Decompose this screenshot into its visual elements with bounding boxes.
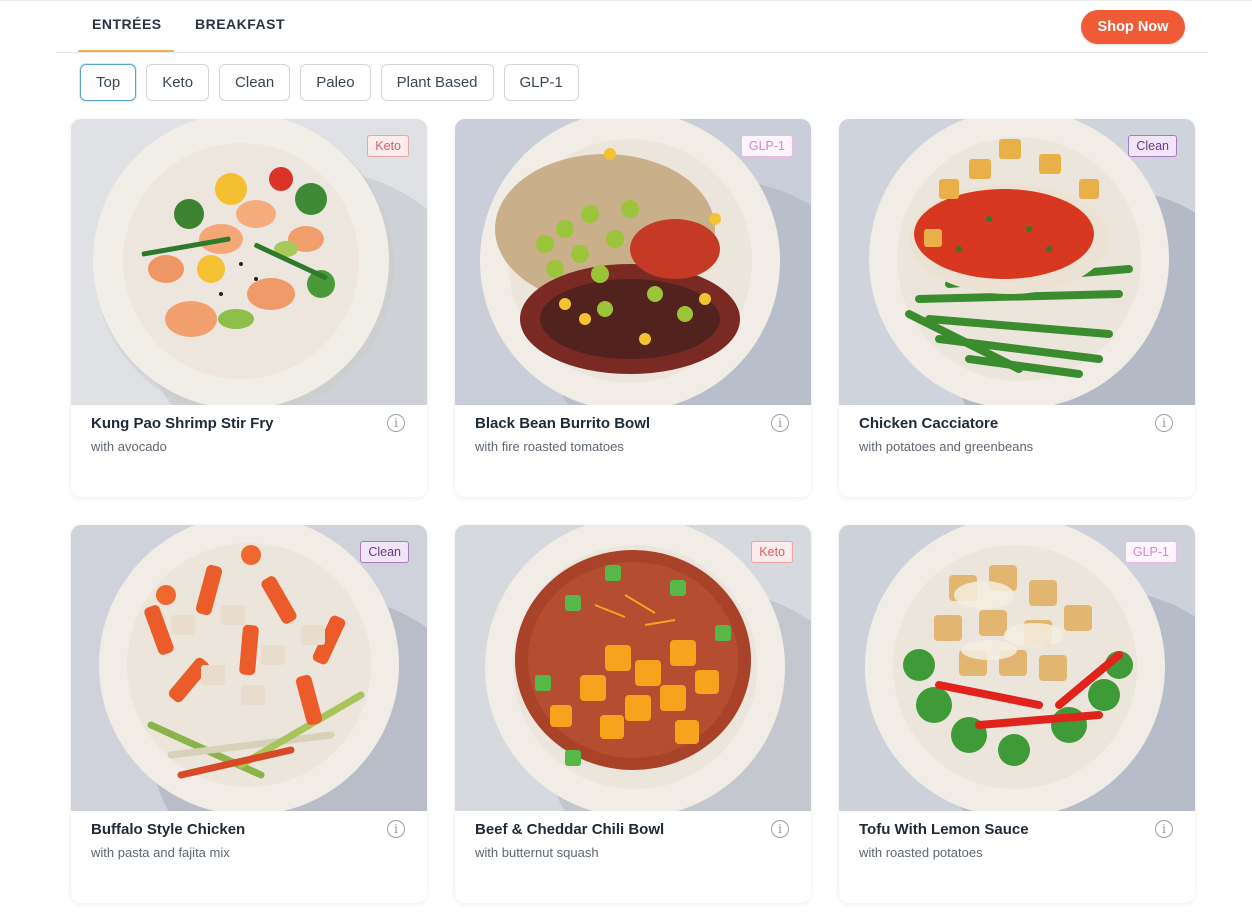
- shop-now-button[interactable]: Shop Now: [1081, 10, 1185, 44]
- meal-subtitle: with pasta and fajita mix: [91, 845, 230, 860]
- diet-badge: Keto: [367, 135, 409, 157]
- diet-badge: Clean: [1128, 135, 1177, 157]
- info-icon[interactable]: i: [771, 414, 789, 432]
- meal-photo-burrito-bowl: GLP-1: [455, 119, 811, 405]
- filter-chips: Top Keto Clean Paleo Plant Based GLP-1: [80, 64, 579, 101]
- meal-subtitle: with fire roasted tomatoes: [475, 439, 624, 454]
- tab-entrees[interactable]: ENTRÉES: [92, 16, 162, 32]
- meal-card[interactable]: Keto Kung Pao Shrimp Stir Fry with avoca…: [71, 119, 427, 497]
- filter-chip-keto[interactable]: Keto: [146, 64, 210, 101]
- tab-breakfast[interactable]: BREAKFAST: [195, 16, 285, 32]
- info-icon[interactable]: i: [1155, 414, 1173, 432]
- meal-title: Beef & Cheddar Chili Bowl: [475, 821, 665, 838]
- meal-card[interactable]: Clean Chicken Cacciatore with potatoes a…: [839, 119, 1195, 497]
- meal-subtitle: with roasted potatoes: [859, 845, 983, 860]
- meal-subtitle: with avocado: [91, 439, 167, 454]
- meal-title: Chicken Cacciatore: [859, 415, 999, 432]
- filter-chip-paleo[interactable]: Paleo: [300, 64, 371, 101]
- meal-subtitle: with potatoes and greenbeans: [859, 439, 1034, 454]
- diet-badge: Clean: [360, 541, 409, 563]
- meal-photo-chili-bowl: Keto: [455, 525, 811, 811]
- meal-photo-shrimp-stir-fry: Keto: [71, 119, 427, 405]
- meal-card[interactable]: GLP-1 Black Bean Burrito Bowl with fire …: [455, 119, 811, 497]
- diet-badge: GLP-1: [740, 135, 793, 157]
- meal-subtitle: with butternut squash: [475, 845, 599, 860]
- meal-title: Kung Pao Shrimp Stir Fry: [91, 415, 274, 432]
- filter-chip-clean[interactable]: Clean: [219, 64, 291, 101]
- meal-card[interactable]: GLP-1 Tofu With Lemon Sauce with roasted…: [839, 525, 1195, 903]
- meal-photo-chicken-cacciatore: Clean: [839, 119, 1195, 405]
- info-icon[interactable]: i: [387, 414, 405, 432]
- meal-title: Buffalo Style Chicken: [91, 821, 246, 838]
- meal-card[interactable]: Keto Beef & Cheddar Chili Bowl with butt…: [455, 525, 811, 903]
- top-nav: ENTRÉES BREAKFAST Shop Now: [0, 0, 1252, 54]
- filter-chip-plant-based[interactable]: Plant Based: [380, 64, 494, 101]
- meal-title: Black Bean Burrito Bowl: [475, 415, 651, 432]
- diet-badge: GLP-1: [1124, 541, 1177, 563]
- filter-chip-top[interactable]: Top: [80, 64, 137, 101]
- meal-photo-tofu-lemon: GLP-1: [839, 525, 1195, 811]
- meal-photo-buffalo-chicken: Clean: [71, 525, 427, 811]
- nav-divider: [56, 52, 1208, 53]
- diet-badge: Keto: [751, 541, 793, 563]
- info-icon[interactable]: i: [387, 820, 405, 838]
- info-icon[interactable]: i: [1155, 820, 1173, 838]
- top-border: [0, 0, 1252, 1]
- info-icon[interactable]: i: [771, 820, 789, 838]
- meal-title: Tofu With Lemon Sauce: [859, 821, 1029, 838]
- meal-card[interactable]: Clean Buffalo Style Chicken with pasta a…: [71, 525, 427, 903]
- filter-chip-glp-1[interactable]: GLP-1: [503, 64, 579, 101]
